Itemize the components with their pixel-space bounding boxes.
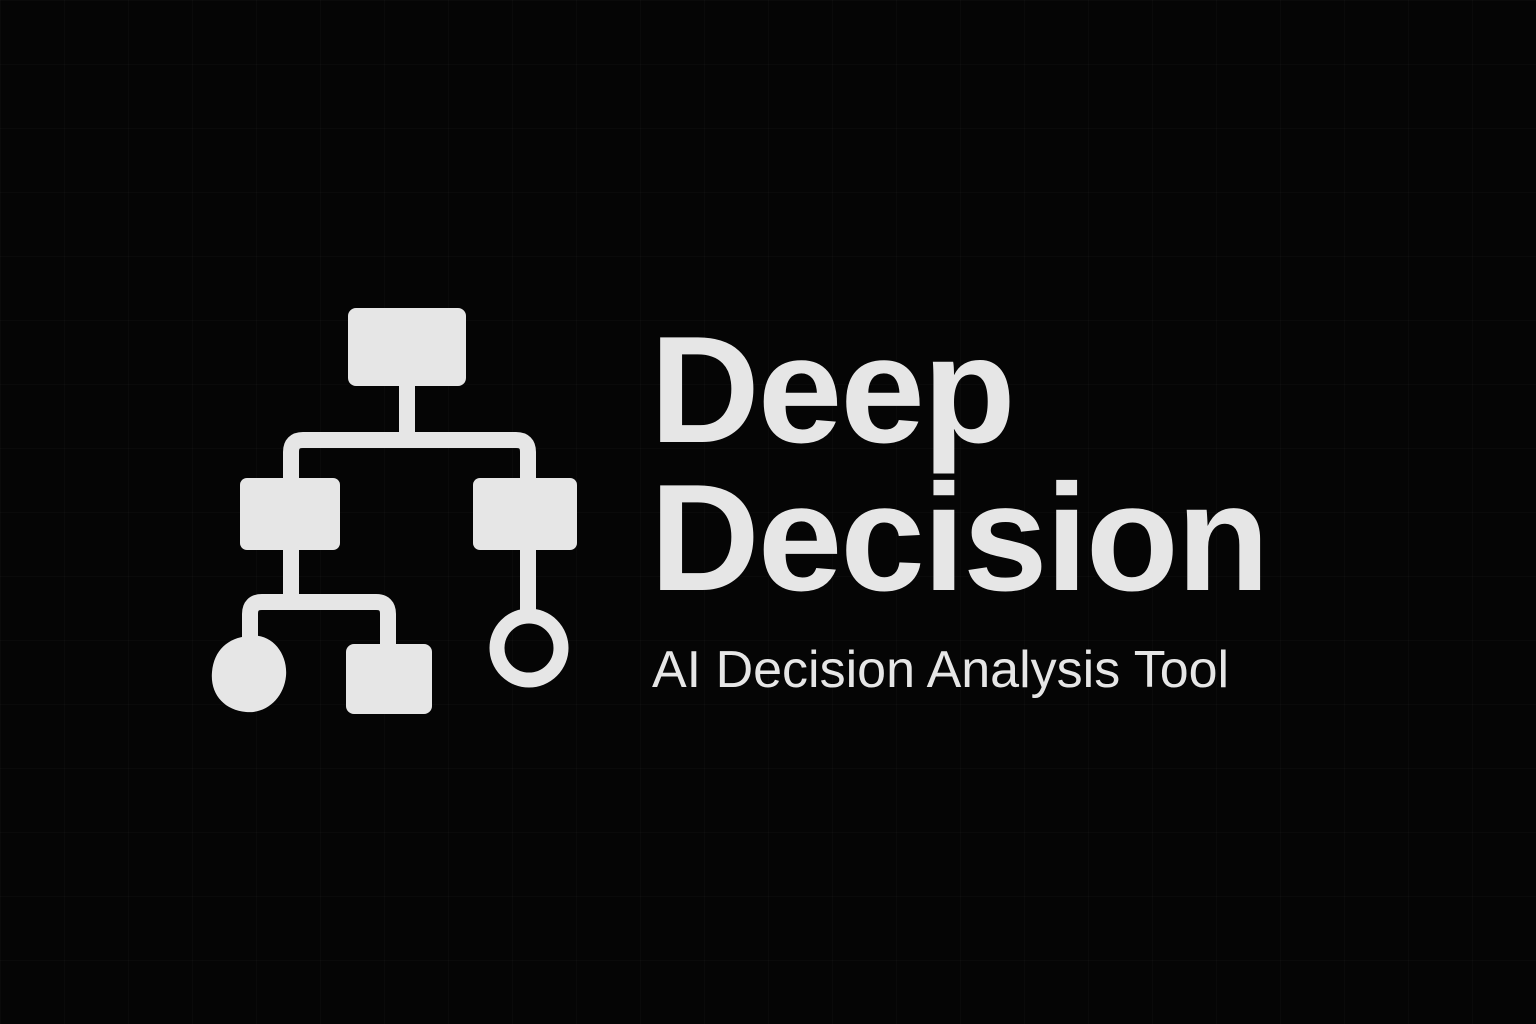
- title-line-decision: Decision: [650, 453, 1270, 623]
- branch-bar: [283, 432, 536, 488]
- logo-canvas: Deep Decision AI Decision Analysis Tool: [0, 0, 1536, 1024]
- left-leaf-bar: [242, 594, 396, 654]
- square-leaf-node: [346, 644, 432, 714]
- outcome-ring-node: [489, 608, 569, 688]
- left-branch-node: [240, 478, 340, 550]
- right-branch-node: [473, 478, 577, 550]
- root-node: [348, 308, 466, 386]
- decision-tree-icon: [211, 308, 577, 714]
- wordmark: Deep Decision AI Decision Analysis Tool: [650, 305, 1450, 700]
- title-line-deep: Deep: [650, 305, 1016, 475]
- circle-leaf-node: [211, 635, 287, 713]
- tagline: AI Decision Analysis Tool: [652, 641, 1230, 699]
- tree-nodes: [211, 308, 577, 714]
